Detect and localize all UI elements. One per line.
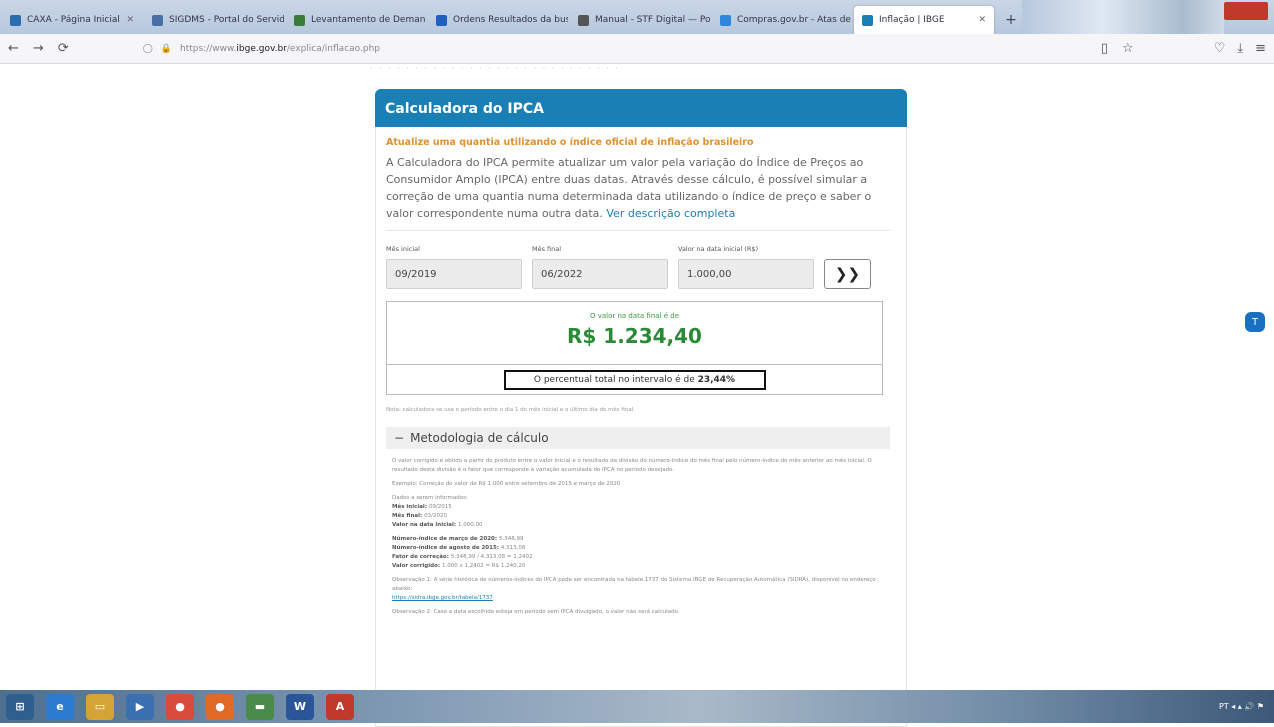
calculator-form: Mês inicial 09/2019 Mês final 06/2022 Va… (386, 245, 890, 289)
percentage-value: 23,44% (697, 374, 736, 385)
calculation-note: Nota: calculadora se usa o período entre… (386, 407, 635, 413)
full-description-link[interactable]: Ver descrição completa (606, 207, 735, 220)
calculate-button[interactable]: ❯❯ (824, 259, 871, 289)
reader-icon[interactable]: ▯ (1101, 41, 1108, 56)
result-value: R$ 1.234,40 (567, 324, 702, 348)
sidra-link[interactable]: https://sidra.ibge.gov.br/tabela/1737 (392, 595, 493, 601)
menu-icon[interactable]: ≡ (1255, 41, 1266, 56)
methodology-example: Exemplo: Correção do valor de R$ 1.000 e… (392, 481, 621, 487)
translate-extension-icon[interactable]: T (1245, 312, 1265, 332)
divider (386, 230, 890, 231)
start-month-input[interactable]: 09/2019 (386, 259, 522, 289)
pdf-icon[interactable]: A (326, 693, 354, 720)
faded-top-text: · · · · · · · · · · · · · · · · · · · · … (370, 64, 620, 73)
chrome-icon[interactable]: ● (166, 693, 194, 720)
methodology-calculation: Número-índice de março de 2020: 5.348,99… (392, 536, 533, 569)
firefox-icon[interactable]: ● (206, 693, 234, 720)
windows-taskbar: ⊞ e ▭ ▶ ● ● ▬ W A PT ◂ ▴ 🔊 ⚑ (0, 690, 1274, 723)
shield-icon: ◯ (142, 43, 153, 54)
tab-label: Compras.gov.br - Atas de Reg (737, 15, 852, 25)
bookmark-star-icon[interactable]: ☆ (1122, 41, 1134, 56)
methodology-paragraph: O valor corrigido é obtido a partir do p… (392, 458, 872, 473)
folder-icon[interactable]: ▬ (246, 693, 274, 720)
browser-nav-bar: ← → ⟳ ◯ 🔒 https://www.ibge.gov.br/explic… (0, 34, 1274, 64)
browser-tab[interactable]: CAXA - Página Inicial ✕ (2, 6, 142, 34)
media-icon[interactable]: ▶ (126, 693, 154, 720)
browser-tab[interactable]: Compras.gov.br - Atas de Reg✕ (712, 6, 852, 34)
tab-label: Ordens Resultados da busca (453, 15, 568, 25)
methodology-body: O valor corrigido é obtido a partir do p… (386, 449, 890, 617)
tab-label: SIGDMS - Portal do Servidor (1 (169, 15, 284, 25)
percentage-box: O percentual total no intervalo é de 23,… (503, 369, 766, 390)
end-month-label: Mês final (532, 245, 562, 253)
tab-label: Manual - STF Digital — Portal (595, 15, 710, 25)
tab-label: CAXA - Página Inicial (27, 15, 120, 25)
browser-tab[interactable]: SIGDMS - Portal do Servidor (1✕ (144, 6, 284, 34)
tab-favicon-icon (294, 14, 305, 26)
download-icon[interactable]: ⤓ (1237, 41, 1243, 56)
tab-label: Levantamento de Demanda (311, 15, 426, 25)
tab-favicon-icon (10, 14, 21, 26)
tab-bar-background (1022, 0, 1224, 34)
window-close-button[interactable] (1224, 2, 1268, 20)
methodology-observation-2: Observação 2: Caso a data escolhida este… (392, 609, 680, 615)
word-icon[interactable]: W (286, 693, 314, 720)
start-month-label: Mês inicial (386, 245, 420, 253)
page-content: · · · · · · · · · · · · · · · · · · · · … (0, 64, 1274, 727)
tab-close-icon[interactable]: ✕ (978, 15, 986, 25)
tab-close-icon[interactable]: ✕ (126, 15, 134, 25)
ipca-calculator-card: Calculadora do IPCA Atualize uma quantia… (375, 89, 907, 727)
tab-favicon-icon (578, 14, 589, 26)
tab-favicon-icon (152, 14, 163, 26)
calculator-title: Calculadora do IPCA (375, 89, 907, 127)
methodology-accordion-header[interactable]: − Metodologia de cálculo (386, 427, 890, 449)
methodology-title: Metodologia de cálculo (410, 431, 549, 445)
pocket-icon[interactable]: ♡ (1214, 41, 1226, 56)
tab-favicon-icon (862, 14, 873, 26)
end-month-input[interactable]: 06/2022 (532, 259, 668, 289)
methodology-inputs: Dados a serem informados: Mês inicial: 0… (392, 495, 483, 528)
system-tray[interactable]: PT ◂ ▴ 🔊 ⚑ (1219, 702, 1264, 711)
explorer-icon[interactable]: ▭ (86, 693, 114, 720)
result-label: O valor na data final é de (589, 312, 680, 320)
address-bar[interactable]: ◯ 🔒 https://www.ibge.gov.br/explica/infl… (143, 44, 1087, 54)
browser-tab-bar: CAXA - Página Inicial ✕ SIGDMS - Portal do… (0, 0, 1274, 34)
tab-label: Inflação | IBGE (879, 15, 945, 25)
tab-favicon-icon (720, 14, 731, 26)
amount-label: Valor na data inicial (R$) (678, 245, 759, 253)
browser-tab[interactable]: Ordens Resultados da busca✕ (428, 6, 568, 34)
lock-icon: 🔒 (160, 43, 173, 54)
result-panel: O valor na data final é de R$ 1.234,40 O… (386, 301, 883, 395)
amount-input[interactable]: 1.000,00 (678, 259, 814, 289)
reload-icon[interactable]: ⟳ (58, 41, 69, 56)
browser-tab[interactable]: Manual - STF Digital — Portal✕ (570, 6, 710, 34)
calculator-intro: A Calculadora do IPCA permite atualizar … (386, 156, 872, 220)
url-text: https://www.ibge.gov.br/explica/inflacao… (180, 43, 380, 54)
browser-tab[interactable]: Levantamento de Demanda✕ (286, 6, 426, 34)
start-icon[interactable]: ⊞ (6, 693, 34, 720)
new-tab-button[interactable]: + (1000, 9, 1022, 31)
forward-icon[interactable]: → (33, 41, 44, 56)
methodology-observation-1: Observação 1: A série histórica de númer… (392, 577, 876, 601)
ie-icon[interactable]: e (46, 693, 74, 720)
calculator-subtitle: Atualize uma quantia utilizando o índice… (386, 137, 754, 148)
tab-favicon-icon (436, 14, 447, 26)
collapse-icon[interactable]: − (394, 431, 404, 445)
back-icon[interactable]: ← (8, 41, 19, 56)
browser-tab[interactable]: Inflação | IBGE ✕ (854, 6, 994, 34)
